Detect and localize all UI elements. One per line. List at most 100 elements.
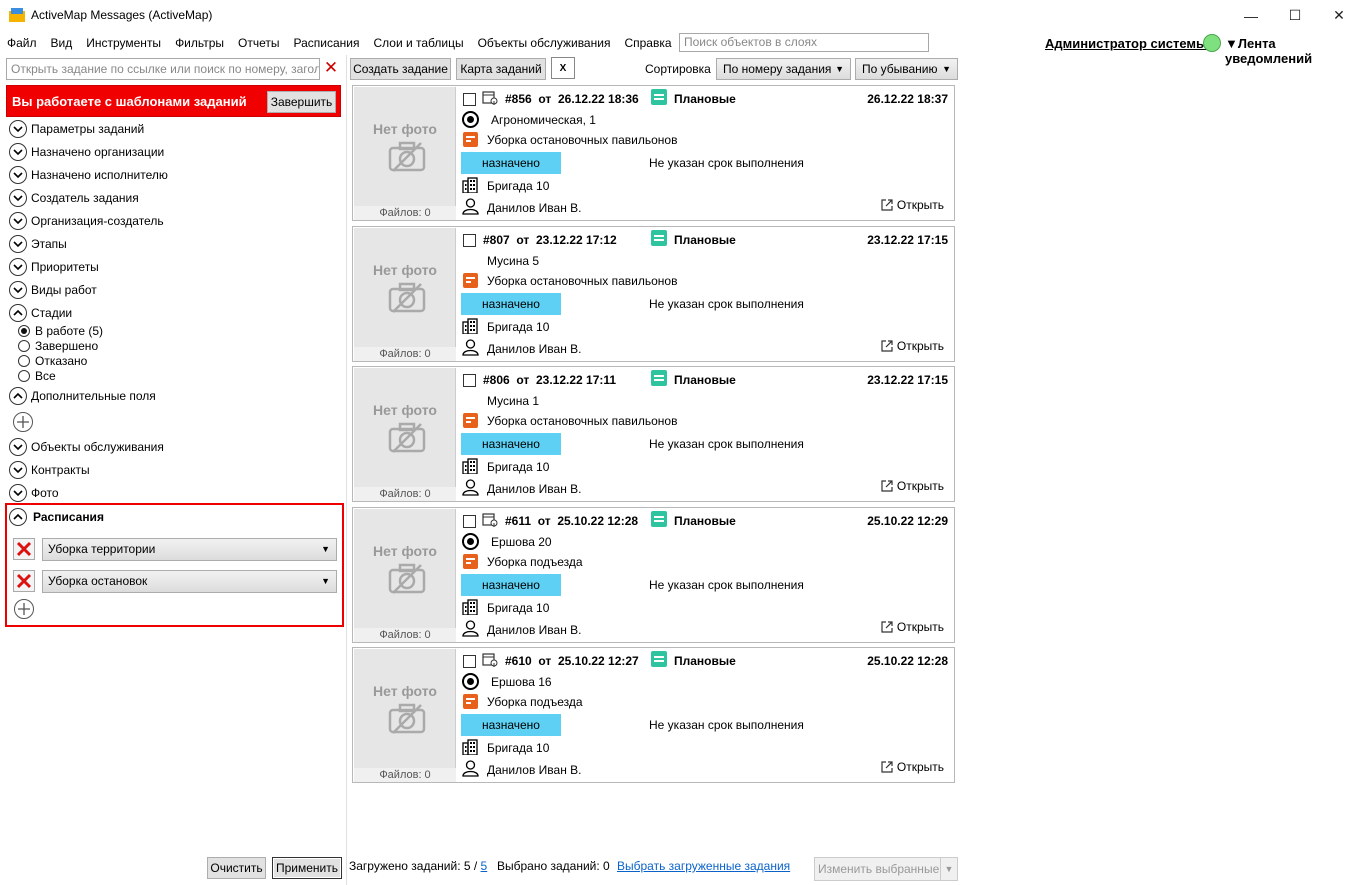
radio-button[interactable] — [18, 324, 30, 337]
radio-button[interactable] — [18, 369, 30, 382]
deadline-text: Не указан срок выполнения — [649, 437, 804, 451]
menu-service-objects[interactable]: Объекты обслуживания — [471, 33, 618, 53]
change-selected-button[interactable]: Изменить выбранные ▼ — [814, 857, 958, 881]
chevron-up-icon[interactable] — [9, 387, 27, 405]
filter-stages[interactable]: Стадии — [9, 303, 72, 323]
create-task-button[interactable]: Создать задание — [350, 58, 451, 80]
task-checkbox[interactable] — [463, 374, 476, 387]
radio-button[interactable] — [18, 354, 30, 367]
remove-schedule-icon[interactable] — [13, 538, 35, 560]
filter-item[interactable]: Приоритеты — [9, 257, 99, 277]
filter-item[interactable]: Параметры заданий — [9, 119, 144, 139]
stage-option[interactable]: Все — [18, 368, 56, 383]
clear-filters-button[interactable]: Очистить — [207, 857, 266, 879]
menu-tools[interactable]: Инструменты — [79, 33, 168, 53]
loaded-total-link[interactable]: 5 — [481, 859, 488, 873]
minimize-button[interactable]: — — [1228, 0, 1274, 31]
stage-option[interactable]: Отказано — [18, 353, 87, 368]
menu-filters[interactable]: Фильтры — [168, 33, 231, 53]
menu-help[interactable]: Справка — [617, 33, 678, 53]
sort-order-select[interactable]: По убыванию ▼ — [855, 58, 958, 80]
task-map-button[interactable]: Карта заданий — [456, 58, 546, 80]
chevron-down-icon[interactable] — [9, 212, 27, 230]
open-task-link[interactable]: Открыть — [881, 339, 944, 353]
filter-item[interactable]: Назначено организации — [9, 142, 164, 162]
filter-item[interactable]: Организация-создатель — [9, 211, 164, 231]
status-badge: назначено — [461, 292, 561, 315]
filter-item[interactable]: Создатель задания — [9, 188, 139, 208]
filter-item[interactable]: Объекты обслуживания — [9, 437, 164, 457]
close-button[interactable]: ✕ — [1316, 0, 1362, 31]
task-card[interactable]: Нет фото Файлов: 0 #807 от 23.12.22 17:1… — [352, 225, 955, 362]
chevron-down-icon[interactable] — [9, 166, 27, 184]
finish-templates-button[interactable]: Завершить — [267, 91, 336, 113]
clear-search-icon[interactable]: ✕ — [322, 59, 340, 77]
chevron-down-icon[interactable] — [9, 235, 27, 253]
open-task-link[interactable]: Открыть — [881, 479, 944, 493]
no-photo-label: Нет фото — [373, 261, 437, 278]
stage-option[interactable]: В работе (5) — [18, 323, 103, 338]
menu-layers[interactable]: Слои и таблицы — [366, 33, 470, 53]
filter-item[interactable]: Назначено исполнителю — [9, 165, 168, 185]
chevron-down-icon[interactable] — [9, 281, 27, 299]
maximize-button[interactable]: ☐ — [1272, 0, 1318, 31]
schedule-select-value: Уборка территории — [48, 542, 156, 556]
brigade-name: Бригада 10 — [487, 319, 550, 334]
menu-schedules[interactable]: Расписания — [286, 33, 366, 53]
task-card[interactable]: Нет фото Файлов: 0 #806 от 23.12.22 17:1… — [352, 366, 955, 502]
menu-file[interactable]: Файл — [0, 33, 44, 53]
task-search-input[interactable]: Открыть задание по ссылке или поиск по н… — [6, 58, 320, 80]
location-target-icon — [462, 673, 479, 690]
sort-field-select[interactable]: По номеру задания ▼ — [716, 58, 851, 80]
chevron-down-icon[interactable] — [9, 258, 27, 276]
chevron-down-icon[interactable] — [9, 120, 27, 138]
schedule-select[interactable]: Уборка остановок ▼ — [42, 570, 337, 593]
stage-option[interactable]: Завершено — [18, 338, 98, 353]
filter-panel: Открыть задание по ссылке или поиск по н… — [0, 55, 346, 885]
task-checkbox[interactable] — [463, 233, 476, 247]
calendar-pin-icon — [482, 91, 498, 105]
task-card[interactable]: Нет фото Файлов: 0 #610 от 25.10.22 12:2… — [352, 647, 955, 783]
filter-extra-fields[interactable]: Дополнительные поля — [9, 386, 156, 406]
task-card[interactable]: Нет фото Файлов: 0 #856 от 26.12.22 18:3… — [352, 85, 955, 221]
calendar-pin-icon — [482, 512, 498, 527]
task-checkbox[interactable] — [463, 514, 476, 528]
add-schedule-icon[interactable] — [14, 599, 34, 619]
chevron-down-icon[interactable] — [9, 143, 27, 161]
task-card[interactable]: Нет фото Файлов: 0 #611 от 25.10.22 12:2… — [352, 506, 955, 643]
excel-export-icon[interactable]: X — [551, 57, 575, 79]
remove-schedule-icon[interactable] — [13, 570, 35, 592]
building-icon — [462, 458, 478, 474]
chevron-down-icon[interactable] — [9, 461, 27, 479]
filter-item[interactable]: Фото — [9, 483, 59, 503]
filter-item[interactable]: Виды работ — [9, 280, 97, 300]
open-task-link[interactable]: Открыть — [881, 620, 944, 634]
notification-feed[interactable]: ▼Лента уведомлений — [1225, 36, 1365, 66]
filter-label: Параметры заданий — [31, 122, 145, 136]
open-task-link[interactable]: Открыть — [881, 198, 944, 212]
open-task-link[interactable]: Открыть — [881, 760, 944, 774]
schedule-select[interactable]: Уборка территории ▼ — [42, 538, 337, 561]
task-checkbox[interactable] — [463, 93, 476, 106]
files-count: Файлов: 0 — [354, 346, 456, 361]
calendar-pin-icon — [482, 653, 498, 667]
chevron-down-icon[interactable] — [9, 438, 27, 456]
brigade-name: Бригада 10 — [487, 179, 550, 193]
filter-item[interactable]: Этапы — [9, 234, 67, 254]
chevron-down-icon[interactable] — [9, 189, 27, 207]
work-type-icon — [463, 413, 478, 428]
apply-filters-button[interactable]: Применить — [272, 857, 342, 879]
menu-view[interactable]: Вид — [44, 33, 80, 53]
task-checkbox[interactable] — [463, 655, 476, 668]
chevron-down-icon[interactable] — [9, 484, 27, 502]
admin-link[interactable]: Администратор системы — [1045, 36, 1207, 51]
chevron-up-icon[interactable] — [9, 508, 27, 526]
task-type-icon — [651, 651, 667, 667]
menu-reports[interactable]: Отчеты — [231, 33, 286, 53]
select-loaded-link[interactable]: Выбрать загруженные задания — [617, 859, 790, 873]
add-field-icon[interactable] — [13, 412, 33, 432]
chevron-up-icon[interactable] — [9, 304, 27, 322]
filter-item[interactable]: Контракты — [9, 460, 90, 480]
layer-search-input[interactable]: Поиск объектов в слоях — [679, 33, 929, 52]
radio-button[interactable] — [18, 339, 30, 352]
